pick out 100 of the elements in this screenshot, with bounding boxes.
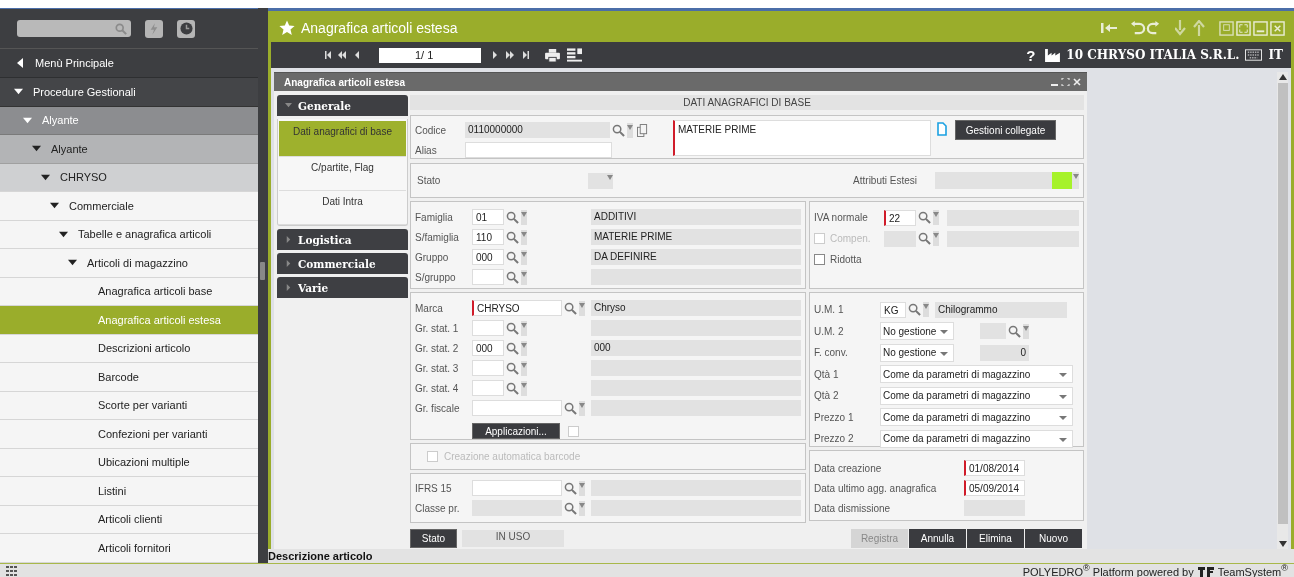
dropdown-toggle[interactable] — [521, 269, 527, 285]
list-icon[interactable] — [567, 48, 582, 62]
section-tab[interactable]: Logistica — [277, 229, 408, 250]
search-icon[interactable] — [1008, 324, 1021, 338]
search-icon[interactable] — [506, 210, 519, 224]
company-name[interactable]: 10 CHRYSO ITALIA S.R.L. — [1066, 48, 1240, 62]
code-field[interactable]: 000 — [472, 340, 504, 356]
document-icon[interactable] — [937, 122, 947, 136]
menu-item[interactable]: Procedure Gestionali — [0, 78, 258, 107]
dropdown-toggle[interactable] — [923, 302, 929, 318]
copy-icon[interactable] — [637, 123, 648, 137]
date-field[interactable]: 05/09/2014 — [964, 480, 1025, 496]
checkbox[interactable] — [568, 425, 579, 437]
dropdown-toggle[interactable] — [579, 400, 585, 416]
vat-code-field[interactable]: 22 — [884, 209, 916, 226]
search-icon[interactable] — [908, 303, 921, 317]
dropdown-toggle[interactable] — [521, 340, 527, 356]
scrollbar[interactable] — [1277, 72, 1288, 549]
action-button[interactable]: Annulla — [909, 529, 966, 548]
applications-button[interactable]: Applicazioni... — [472, 423, 560, 439]
maximize-icon[interactable] — [1236, 20, 1251, 36]
code-field[interactable]: 01 — [472, 209, 504, 225]
exit-icon[interactable] — [1101, 22, 1117, 34]
dropdown-toggle[interactable] — [579, 300, 585, 316]
dropdown-toggle[interactable] — [521, 229, 527, 245]
select-field[interactable]: Come da parametri di magazzino — [880, 365, 1073, 384]
menu-item[interactable]: CHRYSO — [0, 163, 258, 192]
linked-management-button[interactable]: Gestioni collegate — [955, 120, 1056, 140]
menu-item[interactable]: Alyante — [0, 135, 258, 164]
dropdown-toggle[interactable] — [521, 380, 527, 396]
history-button[interactable] — [177, 19, 195, 38]
select-field[interactable]: Come da parametri di magazzino — [880, 429, 1073, 448]
dropdown-toggle[interactable] — [933, 231, 939, 246]
panel-controls-icon[interactable] — [1051, 78, 1081, 86]
restore-icon[interactable] — [1219, 20, 1234, 36]
search-icon[interactable] — [506, 341, 519, 355]
code-field[interactable] — [472, 400, 562, 416]
section-tab[interactable]: Commerciale — [277, 253, 408, 274]
search-icon[interactable] — [506, 321, 519, 335]
action-button[interactable]: Nuovo — [1025, 529, 1082, 548]
help-link[interactable]: ? — [1026, 46, 1036, 64]
dropdown-toggle[interactable] — [579, 500, 585, 516]
search-icon[interactable] — [506, 361, 519, 375]
dropdown-toggle[interactable] — [1023, 323, 1029, 339]
minimize-icon[interactable] — [1253, 20, 1268, 36]
dropdown-toggle[interactable] — [579, 480, 585, 496]
subsection-tab[interactable]: Dati anagrafici di base — [279, 121, 406, 157]
section-tab[interactable]: Varie — [277, 277, 408, 298]
search-icon[interactable] — [918, 232, 931, 245]
close-icon[interactable] — [1270, 20, 1285, 36]
down-up-arrows-icon[interactable] — [1175, 20, 1205, 36]
select-field[interactable]: Come da parametri di magazzino — [880, 386, 1073, 405]
dropdown-toggle[interactable] — [521, 360, 527, 376]
lightning-button[interactable] — [145, 19, 163, 38]
select-field[interactable]: Come da parametri di magazzino — [880, 408, 1073, 427]
search-icon[interactable] — [506, 230, 519, 244]
dropdown-toggle[interactable] — [627, 122, 633, 138]
print-icon[interactable] — [545, 48, 560, 62]
subsection-tab[interactable]: Dati Intra — [279, 191, 406, 225]
language-code[interactable]: IT — [1268, 48, 1283, 62]
search-field[interactable] — [17, 20, 131, 37]
dropdown-toggle[interactable] — [521, 249, 527, 265]
search-icon[interactable] — [564, 401, 577, 415]
grid-icon[interactable] — [6, 565, 18, 576]
subsection-tab[interactable]: C/partite, Flag — [279, 157, 406, 191]
splitter-handle[interactable] — [260, 262, 265, 280]
search-icon[interactable] — [506, 381, 519, 395]
code-field[interactable]: 000 — [472, 249, 504, 265]
code-field[interactable]: CHRYSO — [472, 300, 562, 316]
search-icon[interactable] — [564, 501, 577, 515]
code-field[interactable] — [472, 360, 504, 376]
keyboard-icon[interactable] — [1245, 49, 1263, 61]
status-button[interactable]: Stato — [410, 529, 457, 548]
action-button[interactable]: Elimina — [967, 529, 1024, 548]
section-tab[interactable]: Generale — [277, 95, 408, 116]
checkbox[interactable] — [814, 254, 825, 265]
page-field[interactable]: 1/ 1 — [379, 47, 481, 63]
description-field[interactable]: MATERIE PRIME — [673, 120, 931, 156]
search-icon[interactable] — [564, 481, 577, 495]
select-field[interactable]: No gestione — [880, 343, 954, 362]
code-field[interactable] — [472, 480, 562, 496]
scroll-down-icon[interactable] — [1278, 541, 1287, 547]
code-field[interactable]: 110 — [472, 229, 504, 245]
unit-field[interactable]: KG — [880, 301, 906, 318]
date-field[interactable]: 01/08/2014 — [964, 460, 1025, 476]
undo-redo-icon[interactable] — [1131, 20, 1161, 36]
code-field[interactable] — [472, 320, 504, 336]
dropdown-toggle[interactable] — [521, 320, 527, 336]
extended-attributes-field[interactable] — [935, 172, 1079, 189]
select-field[interactable]: No gestione — [880, 322, 954, 341]
dropdown-toggle[interactable] — [933, 210, 939, 225]
search-icon[interactable] — [506, 270, 519, 284]
state-select[interactable] — [588, 172, 614, 189]
main-menu-link[interactable]: Menù Principale — [0, 49, 258, 78]
search-icon[interactable] — [506, 250, 519, 264]
search-icon[interactable] — [612, 123, 625, 137]
star-icon[interactable] — [279, 20, 295, 36]
code-field[interactable] — [472, 380, 504, 396]
scroll-up-icon[interactable] — [1278, 74, 1287, 80]
search-icon[interactable] — [918, 211, 931, 224]
